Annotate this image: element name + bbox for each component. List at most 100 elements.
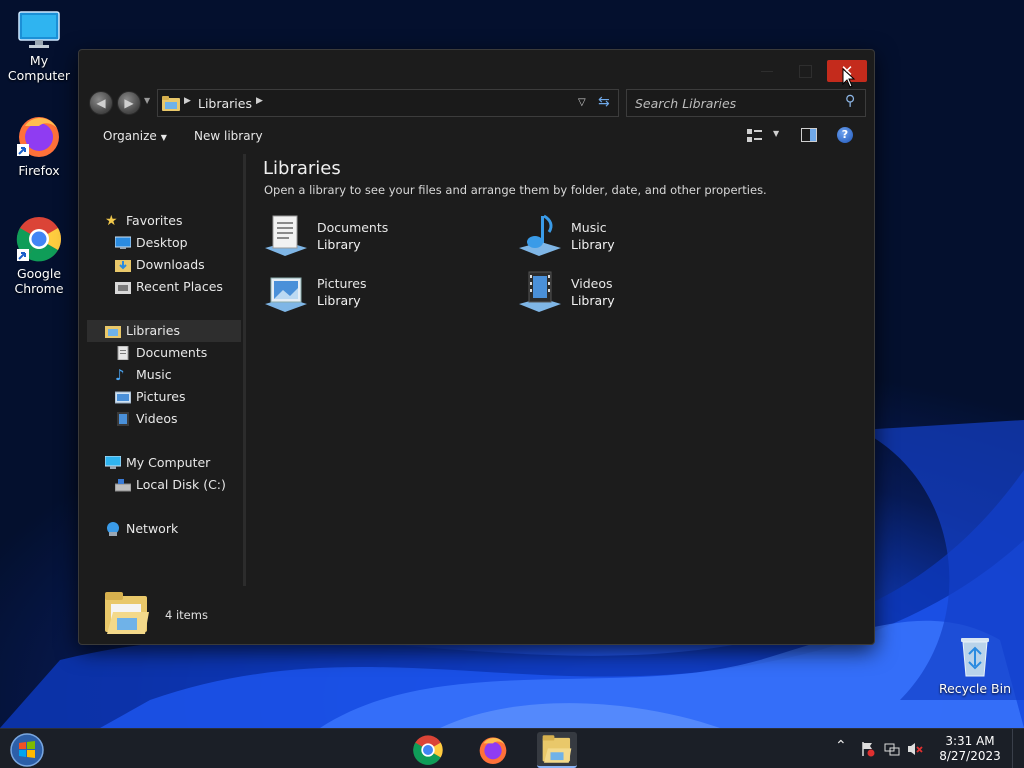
organize-button[interactable]: Organize ▼	[103, 129, 167, 143]
start-button[interactable]	[8, 732, 46, 768]
desktop-icon-google-chrome[interactable]: Google Chrome	[1, 215, 77, 296]
help-icon: ?	[841, 128, 849, 141]
forward-button[interactable]: ▶	[117, 91, 141, 115]
mouse-cursor-icon	[842, 68, 856, 88]
breadcrumb-separator[interactable]: ▶	[184, 96, 191, 106]
libraries-folder-icon	[162, 96, 180, 111]
nav-item-label: Documents	[136, 345, 208, 360]
pictures-library-icon	[265, 277, 307, 312]
firefox-icon	[479, 737, 507, 764]
show-desktop-button[interactable]	[1012, 729, 1024, 768]
nav-item-label: Pictures	[136, 389, 186, 404]
address-bar[interactable]: ▶ Libraries ▶ ▽ ⇆	[157, 89, 619, 117]
arrow-right-icon: ▶	[124, 96, 134, 110]
nav-item-label: Videos	[136, 411, 178, 426]
explorer-window: ✕ ◀ ▶ ▼ ▶ Libraries ▶ ▽ ⇆ ⚲ Organize▼ Ne…	[78, 49, 875, 645]
recent-places-icon	[115, 282, 131, 294]
recycle-bin-icon	[961, 638, 989, 677]
library-name: Documents	[317, 220, 389, 235]
preview-pane-icon	[801, 128, 817, 142]
action-center-flag-icon[interactable]	[860, 741, 876, 757]
breadcrumb-libraries[interactable]: Libraries	[198, 96, 252, 111]
videos-library-icon	[519, 271, 561, 312]
breadcrumb-separator[interactable]: ▶	[256, 96, 263, 106]
refresh-icon[interactable]: ⇆	[598, 94, 610, 110]
preview-pane-button[interactable]	[801, 128, 817, 142]
chrome-icon	[16, 217, 61, 262]
chrome-icon	[413, 735, 443, 765]
library-type: Library	[571, 293, 615, 308]
nav-item-label: My Computer	[126, 455, 211, 470]
library-music[interactable]: Music Library	[517, 212, 737, 260]
firefox-icon	[17, 117, 59, 157]
downloads-folder-icon	[115, 260, 131, 272]
nav-item-label: Recent Places	[136, 279, 223, 294]
taskbar-firefox[interactable]	[473, 732, 513, 768]
nav-item-label: Music	[136, 367, 172, 382]
arrow-left-icon: ◀	[96, 96, 106, 110]
address-history-dropdown[interactable]: ▽	[578, 97, 586, 108]
documents-icon	[117, 346, 129, 360]
show-hidden-icons-button[interactable]: ⌃	[835, 738, 847, 754]
item-count: 4 items	[165, 608, 208, 622]
music-note-icon: ♪	[115, 366, 125, 384]
clock-date: 8/27/2023	[939, 749, 1001, 763]
documents-library-icon	[265, 215, 307, 256]
recent-pages-dropdown[interactable]: ▼	[144, 96, 150, 105]
change-view-button[interactable]: ▼	[747, 128, 785, 144]
nav-item-label: Libraries	[126, 323, 180, 338]
desktop-icon-label: Computer	[7, 68, 71, 83]
minimize-button[interactable]	[755, 60, 779, 82]
hard-drive-icon	[115, 479, 131, 492]
taskbar: ⌃ 3:31 AM 8/27/2023	[0, 728, 1024, 768]
pictures-icon	[115, 391, 131, 404]
nav-item-label: Desktop	[136, 235, 188, 250]
page-subtitle: Open a library to see your files and arr…	[264, 183, 767, 197]
desktop-icon-my-computer[interactable]: My Computer	[1, 10, 77, 83]
desktop-icon-label: Recycle Bin	[938, 681, 1012, 696]
library-type: Library	[317, 237, 361, 252]
volume-muted-icon[interactable]	[907, 741, 923, 757]
taskbar-explorer[interactable]	[537, 732, 577, 768]
chevron-down-icon: ▼	[160, 133, 167, 142]
page-title: Libraries	[263, 158, 341, 179]
content-pane: Libraries Open a library to see your fil…	[249, 154, 869, 586]
back-button[interactable]: ◀	[89, 91, 113, 115]
desktop-icon	[115, 236, 131, 249]
view-icon	[747, 129, 762, 142]
library-type: Library	[317, 293, 361, 308]
desktop-icon-firefox[interactable]: Firefox	[1, 112, 77, 178]
library-documents[interactable]: Documents Library	[263, 212, 483, 260]
library-name: Videos	[571, 276, 613, 291]
star-icon: ★	[105, 213, 118, 229]
organize-label: Organize	[103, 129, 157, 143]
desktop-icon-label: Google	[16, 266, 62, 281]
help-button[interactable]: ?	[837, 127, 853, 143]
desktop-icon-recycle-bin[interactable]: Recycle Bin	[936, 632, 1014, 696]
nav-item-label: Local Disk (C:)	[136, 477, 226, 492]
music-library-icon	[519, 214, 561, 256]
network-status-icon[interactable]	[884, 741, 900, 757]
desktop-icon-label: Chrome	[14, 281, 64, 296]
search-icon[interactable]: ⚲	[845, 93, 855, 109]
new-library-button[interactable]: New library	[194, 129, 263, 143]
library-type: Library	[571, 237, 615, 252]
chevron-down-icon: ▼	[773, 129, 780, 138]
desktop-icon-label: My	[29, 53, 49, 68]
details-pane: 4 items	[79, 586, 874, 644]
library-pictures[interactable]: Pictures Library	[263, 268, 483, 316]
libraries-folder-icon	[105, 326, 121, 338]
monitor-icon	[18, 11, 60, 48]
search-box[interactable]: ⚲	[626, 89, 866, 117]
library-name: Music	[571, 220, 607, 235]
windows-logo-icon	[10, 733, 44, 767]
libraries-folder-icon	[105, 592, 149, 634]
system-clock[interactable]: 3:31 AM 8/27/2023	[934, 734, 1006, 764]
maximize-button[interactable]	[793, 60, 817, 82]
nav-item-label: Network	[126, 521, 179, 536]
taskbar-chrome[interactable]	[408, 732, 448, 768]
search-input[interactable]	[635, 95, 835, 111]
pane-splitter[interactable]	[243, 154, 246, 586]
navigation-pane: ★ Favorites Desktop Downloads Recent Pla…	[79, 154, 243, 586]
library-videos[interactable]: Videos Library	[517, 268, 737, 316]
